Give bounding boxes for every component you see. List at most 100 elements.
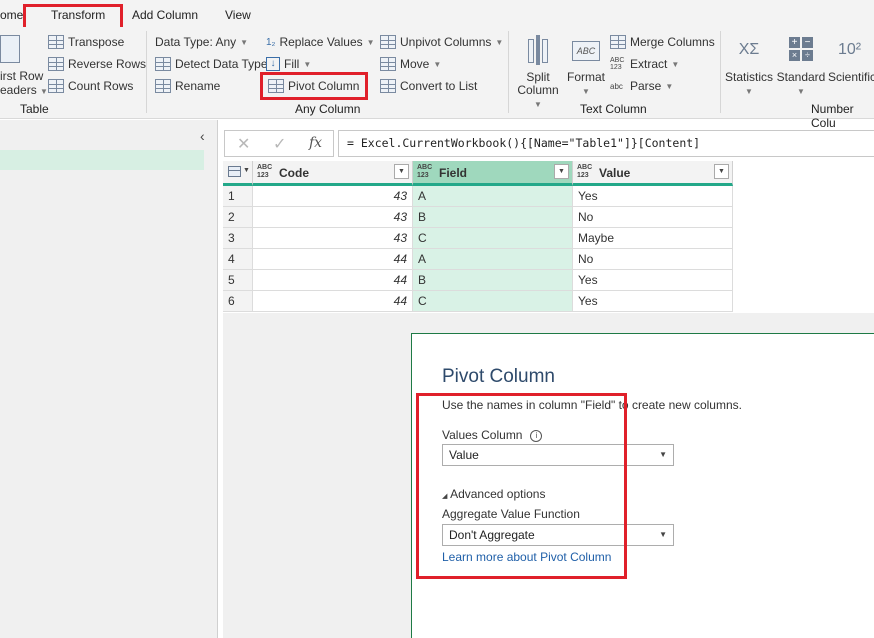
cell-code[interactable]: 43	[253, 228, 413, 249]
detect-data-type-label: Detect Data Type	[175, 57, 268, 71]
table-row: 2 43 B No	[223, 207, 733, 228]
convert-to-list-icon	[380, 79, 396, 93]
ribbon-tabs: ome Transform Add Column View	[0, 0, 874, 27]
format-icon: ABC	[570, 35, 602, 67]
reverse-rows-button[interactable]: Reverse Rows	[48, 57, 146, 71]
cell-field[interactable]: C	[413, 291, 573, 312]
selected-query-item[interactable]	[0, 150, 204, 170]
table-menu-button[interactable]: ▼	[223, 161, 253, 186]
tab-view[interactable]: View	[225, 8, 251, 22]
rename-button[interactable]: Rename	[155, 79, 220, 93]
cell-value[interactable]: Maybe	[573, 228, 733, 249]
format-button[interactable]: ABC Format ▼	[565, 35, 607, 98]
detect-data-type-button[interactable]: Detect Data Type	[155, 57, 268, 71]
fx-icon[interactable]: fx	[309, 135, 322, 151]
confirm-icon[interactable]: ✓	[273, 134, 286, 154]
convert-to-list-button[interactable]: Convert to List	[380, 79, 477, 93]
scientific-label: Scientific	[828, 70, 874, 84]
transpose-label: Transpose	[68, 35, 125, 49]
standard-label: Standard	[776, 70, 826, 84]
row-number[interactable]: 3	[223, 228, 253, 249]
chevron-down-icon: ▼	[745, 87, 753, 96]
replace-values-icon: 1₂	[266, 36, 276, 48]
transpose-button[interactable]: Transpose	[48, 35, 124, 49]
reverse-rows-label: Reverse Rows	[68, 57, 147, 71]
type-any-bottom: 123	[417, 172, 429, 179]
formula-input[interactable]: = Excel.CurrentWorkbook(){[Name="Table1"…	[338, 130, 874, 157]
fill-button[interactable]: ↓ Fill ▼	[266, 57, 311, 71]
data-type-label: Data Type: Any	[155, 35, 237, 49]
column-header-value[interactable]: ABC 123 Value ▼	[573, 161, 733, 186]
replace-values-button[interactable]: 1₂ Replace Values ▼	[266, 35, 375, 49]
ribbon-transform: irst Row eaders ▼ Transpose Reverse Rows…	[0, 27, 874, 130]
formula-buttons: ✕ ✓ fx	[224, 130, 334, 157]
column-header-field[interactable]: ABC 123 Field ▼	[413, 161, 573, 186]
tab-add-column[interactable]: Add Column	[132, 8, 198, 22]
merge-columns-label: Merge Columns	[630, 35, 715, 49]
move-label: Move	[400, 57, 430, 71]
merge-columns-icon	[610, 35, 626, 49]
cell-value[interactable]: No	[573, 249, 733, 270]
cell-field[interactable]: C	[413, 228, 573, 249]
filter-dropdown-icon[interactable]: ▼	[394, 164, 409, 179]
standard-button[interactable]: + − × ÷ Standard ▼	[776, 35, 826, 98]
scientific-button[interactable]: 10² Scientific	[828, 35, 874, 84]
cell-value[interactable]: Yes	[573, 291, 733, 312]
cell-field[interactable]: B	[413, 207, 573, 228]
merge-columns-button[interactable]: Merge Columns	[610, 35, 715, 49]
collapse-pane-icon[interactable]: ‹	[200, 128, 205, 144]
convert-to-list-label: Convert to List	[400, 79, 478, 93]
filter-dropdown-icon[interactable]: ▼	[554, 164, 569, 179]
extract-button[interactable]: ABC 123 Extract ▼	[610, 57, 679, 71]
cell-code[interactable]: 43	[253, 207, 413, 228]
unpivot-columns-button[interactable]: Unpivot Columns ▼	[380, 35, 503, 49]
chevron-down-icon: ▼	[240, 37, 249, 47]
first-row-headers-button[interactable]: irst Row eaders ▼	[0, 69, 48, 99]
type-any-top: ABC	[577, 164, 593, 171]
row-number[interactable]: 2	[223, 207, 253, 228]
parse-icon: abc	[610, 81, 623, 91]
row-number[interactable]: 1	[223, 186, 253, 207]
count-rows-button[interactable]: Count Rows	[48, 79, 133, 93]
extract-icon: ABC 123	[610, 57, 626, 71]
chevron-down-icon: ▼	[366, 37, 375, 47]
statistics-label: Statistics	[724, 70, 773, 84]
chevron-down-icon: ▼	[659, 450, 667, 459]
cell-code[interactable]: 44	[253, 291, 413, 312]
table-row: 6 44 C Yes	[223, 291, 733, 312]
cell-value[interactable]: Yes	[573, 270, 733, 291]
cell-field[interactable]: A	[413, 186, 573, 207]
highlight-pivot-column-button	[260, 72, 368, 100]
first-row-label-1: irst Row	[0, 69, 44, 83]
move-button[interactable]: Move ▼	[380, 57, 441, 71]
cell-value[interactable]: No	[573, 207, 733, 228]
power-query-editor: ome Transform Add Column View irst Row e…	[0, 0, 874, 638]
cell-field[interactable]: B	[413, 270, 573, 291]
reverse-rows-icon	[48, 57, 64, 71]
chevron-down-icon: ▼	[671, 59, 680, 69]
standard-icon: + − × ÷	[785, 35, 817, 67]
row-number[interactable]: 5	[223, 270, 253, 291]
split-column-icon	[522, 35, 554, 67]
column-header-code[interactable]: ABC 123 Code ▼	[253, 161, 413, 186]
cell-code[interactable]: 44	[253, 270, 413, 291]
first-row-label-2: eaders	[0, 83, 37, 97]
move-icon	[380, 57, 396, 71]
cell-field[interactable]: A	[413, 249, 573, 270]
tab-home[interactable]: ome	[0, 8, 23, 22]
filter-dropdown-icon[interactable]: ▼	[714, 164, 729, 179]
row-number[interactable]: 6	[223, 291, 253, 312]
parse-button[interactable]: abc Parse ▼	[610, 79, 673, 93]
replace-values-label: Replace Values	[279, 35, 363, 49]
split-column-button[interactable]: Split Column ▼	[512, 35, 564, 111]
cancel-icon[interactable]: ✕	[237, 134, 250, 154]
data-type-dropdown[interactable]: Data Type: Any ▼	[155, 35, 248, 49]
row-number[interactable]: 4	[223, 249, 253, 270]
cell-value[interactable]: Yes	[573, 186, 733, 207]
cell-code[interactable]: 43	[253, 186, 413, 207]
scientific-symbol: 10²	[838, 41, 862, 58]
group-label-table: Table	[20, 102, 49, 116]
statistics-button[interactable]: XΣ Statistics ▼	[724, 35, 774, 98]
cell-code[interactable]: 44	[253, 249, 413, 270]
table-icon	[228, 166, 241, 177]
